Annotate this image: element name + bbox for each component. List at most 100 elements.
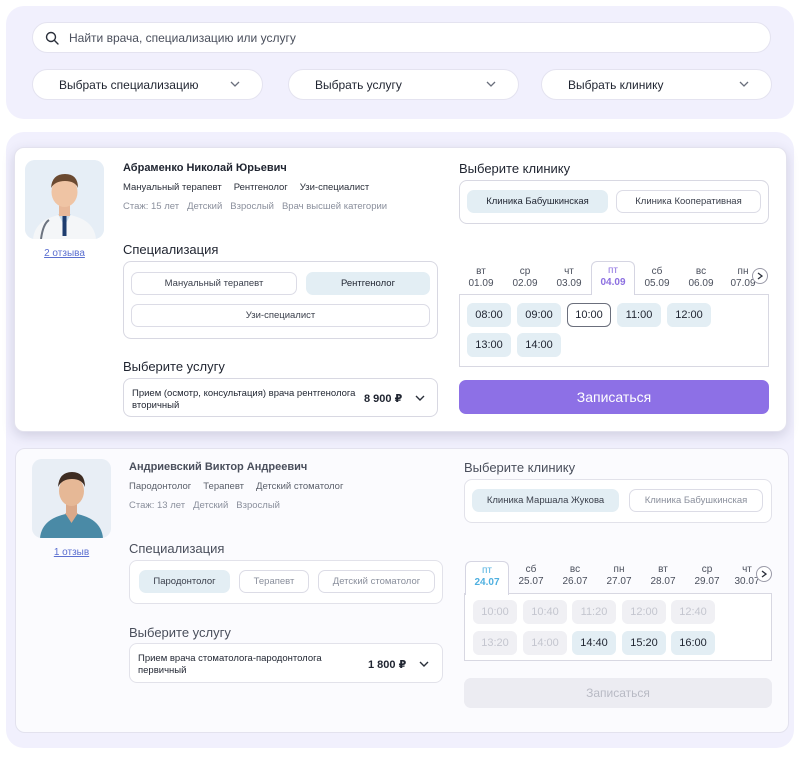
- experience-tag: Детский: [187, 201, 223, 212]
- specialty-label: Мануальный терапевт: [123, 182, 222, 193]
- day-tab[interactable]: вт 01.09: [459, 266, 503, 290]
- date: 05.09: [644, 278, 670, 289]
- specialization-chip[interactable]: Узи-специалист: [131, 304, 430, 327]
- date: 29.07: [694, 576, 720, 587]
- clinic-dropdown[interactable]: Выбрать клинику: [541, 69, 772, 100]
- chevron-down-icon: [486, 81, 496, 87]
- reviews-link[interactable]: 1 отзыв: [32, 547, 111, 558]
- specialization-title: Специализация: [123, 242, 219, 257]
- time-slot[interactable]: 13:00: [467, 333, 511, 357]
- day-tab[interactable]: ср 02.09: [503, 266, 547, 290]
- clinic-title: Выберите клинику: [459, 161, 571, 176]
- time-slots: 10:00 10:40 11:20 12:00 12:40 13:20 14:0…: [464, 593, 772, 661]
- weekday: пн: [737, 266, 749, 277]
- specialization-chip-selected[interactable]: Рентгенолог: [306, 272, 430, 295]
- day-tab[interactable]: сб 05.09: [635, 266, 679, 290]
- weekday: ср: [519, 266, 531, 277]
- day-tab-selected[interactable]: пт 24.07: [465, 561, 509, 595]
- doctor-name: Андриевский Виктор Андреевич: [129, 461, 308, 473]
- day-tab[interactable]: чт 03.09: [547, 266, 591, 290]
- clinic-chip[interactable]: Клиника Кооперативная: [616, 190, 761, 213]
- weekday: сб: [651, 266, 663, 277]
- time-slot-disabled: 11:20: [572, 600, 616, 624]
- specialization-chip[interactable]: Терапевт: [239, 570, 309, 593]
- chevron-right-icon: [761, 570, 767, 578]
- day-tab[interactable]: пн 27.07: [597, 564, 641, 588]
- time-slot[interactable]: 15:20: [622, 631, 666, 655]
- weekday: ср: [701, 564, 713, 575]
- book-button-disabled: Записаться: [464, 678, 772, 708]
- doctor-experience: Стаж: 13 лет Детский Взрослый: [129, 500, 280, 511]
- day-tab[interactable]: вс 06.09: [679, 266, 723, 290]
- specialization-box: Мануальный терапевт Рентгенолог Узи-спец…: [123, 261, 438, 339]
- next-days-button[interactable]: [752, 268, 768, 284]
- search-bar[interactable]: [32, 22, 771, 53]
- service-title: Выберите услугу: [129, 625, 231, 640]
- experience-tag: Взрослый: [236, 500, 280, 511]
- chevron-down-icon: [739, 81, 749, 87]
- time-slot[interactable]: 08:00: [467, 303, 511, 327]
- search-input[interactable]: [69, 30, 709, 45]
- clinic-chip[interactable]: Клиника Бабушкинская: [629, 489, 763, 512]
- book-button[interactable]: Записаться: [459, 380, 769, 414]
- service-select[interactable]: Прием (осмотр, консультация) врача рентг…: [123, 378, 438, 417]
- weekday: пт: [608, 265, 618, 276]
- day-tab[interactable]: вс 26.07: [553, 564, 597, 588]
- weekday: пт: [482, 565, 492, 576]
- date: 28.07: [650, 576, 676, 587]
- clinic-title: Выберите клинику: [464, 460, 576, 475]
- time-slot[interactable]: 14:00: [517, 333, 561, 357]
- next-days-button[interactable]: [756, 566, 772, 582]
- date: 24.07: [474, 577, 500, 588]
- specialization-dropdown-label: Выбрать специализацию: [59, 77, 199, 92]
- chevron-down-icon: [230, 81, 240, 87]
- time-slot[interactable]: 11:00: [617, 303, 661, 327]
- experience-tag: Стаж: 15 лет: [123, 201, 180, 212]
- doctor-photo: [25, 160, 104, 239]
- specialty-label: Терапевт: [203, 481, 245, 492]
- day-tab[interactable]: вт 28.07: [641, 564, 685, 588]
- chevron-down-icon: [419, 661, 429, 667]
- specialization-chip[interactable]: Мануальный терапевт: [131, 272, 297, 295]
- clinic-chip-selected[interactable]: Клиника Бабушкинская: [467, 190, 608, 213]
- weekday: вт: [658, 564, 668, 575]
- specialty-label: Детский стоматолог: [256, 481, 344, 492]
- date: 04.09: [600, 277, 626, 288]
- doctor-photo: [32, 459, 111, 538]
- experience-tag: Врач высшей категории: [281, 201, 388, 212]
- reviews-link[interactable]: 2 отзыва: [25, 248, 104, 259]
- service-price: 8 900 ₽: [364, 393, 403, 405]
- specialization-dropdown[interactable]: Выбрать специализацию: [32, 69, 263, 100]
- service-price: 1 800 ₽: [368, 659, 407, 671]
- date: 25.07: [518, 576, 544, 587]
- chevron-down-icon: [415, 395, 425, 401]
- time-slot[interactable]: 16:00: [671, 631, 715, 655]
- specialty-label: Пародонтолог: [129, 481, 192, 492]
- day-tab-selected[interactable]: пт 04.09: [591, 261, 635, 295]
- doctor-experience: Стаж: 15 лет Детский Взрослый Врач высше…: [123, 201, 387, 212]
- time-slot[interactable]: 12:00: [667, 303, 711, 327]
- specialization-chip[interactable]: Детский стоматолог: [318, 570, 435, 593]
- time-slot-selected[interactable]: 10:00: [567, 303, 611, 327]
- weekday: пн: [613, 564, 625, 575]
- time-slot[interactable]: 14:40: [572, 631, 616, 655]
- day-tab[interactable]: ср 29.07: [685, 564, 729, 588]
- time-slot[interactable]: 09:00: [517, 303, 561, 327]
- weekday: вс: [569, 564, 581, 575]
- time-slot-disabled: 10:40: [523, 600, 567, 624]
- specialization-chip-selected[interactable]: Пародонтолог: [139, 570, 230, 593]
- day-tab[interactable]: сб 25.07: [509, 564, 553, 588]
- service-dropdown[interactable]: Выбрать услугу: [288, 69, 519, 100]
- doctor-card: 1 отзыв Андриевский Виктор Андреевич Пар…: [15, 448, 789, 733]
- time-slot-disabled: 14:00: [523, 631, 567, 655]
- date: 02.09: [512, 278, 538, 289]
- date: 26.07: [562, 576, 588, 587]
- service-name: Прием врача стоматолога-пародонтолога пе…: [138, 653, 322, 676]
- date: 06.09: [688, 278, 714, 289]
- weekday: вс: [695, 266, 707, 277]
- doctor-name: Абраменко Николай Юрьевич: [123, 162, 287, 174]
- clinic-chip-selected[interactable]: Клиника Маршала Жукова: [472, 489, 619, 512]
- specialty-label: Рентгенолог: [233, 182, 288, 193]
- service-select[interactable]: Прием врача стоматолога-пародонтолога пе…: [129, 643, 443, 683]
- doctor-specialties: Мануальный терапевт Рентгенолог Узи-спец…: [123, 182, 369, 193]
